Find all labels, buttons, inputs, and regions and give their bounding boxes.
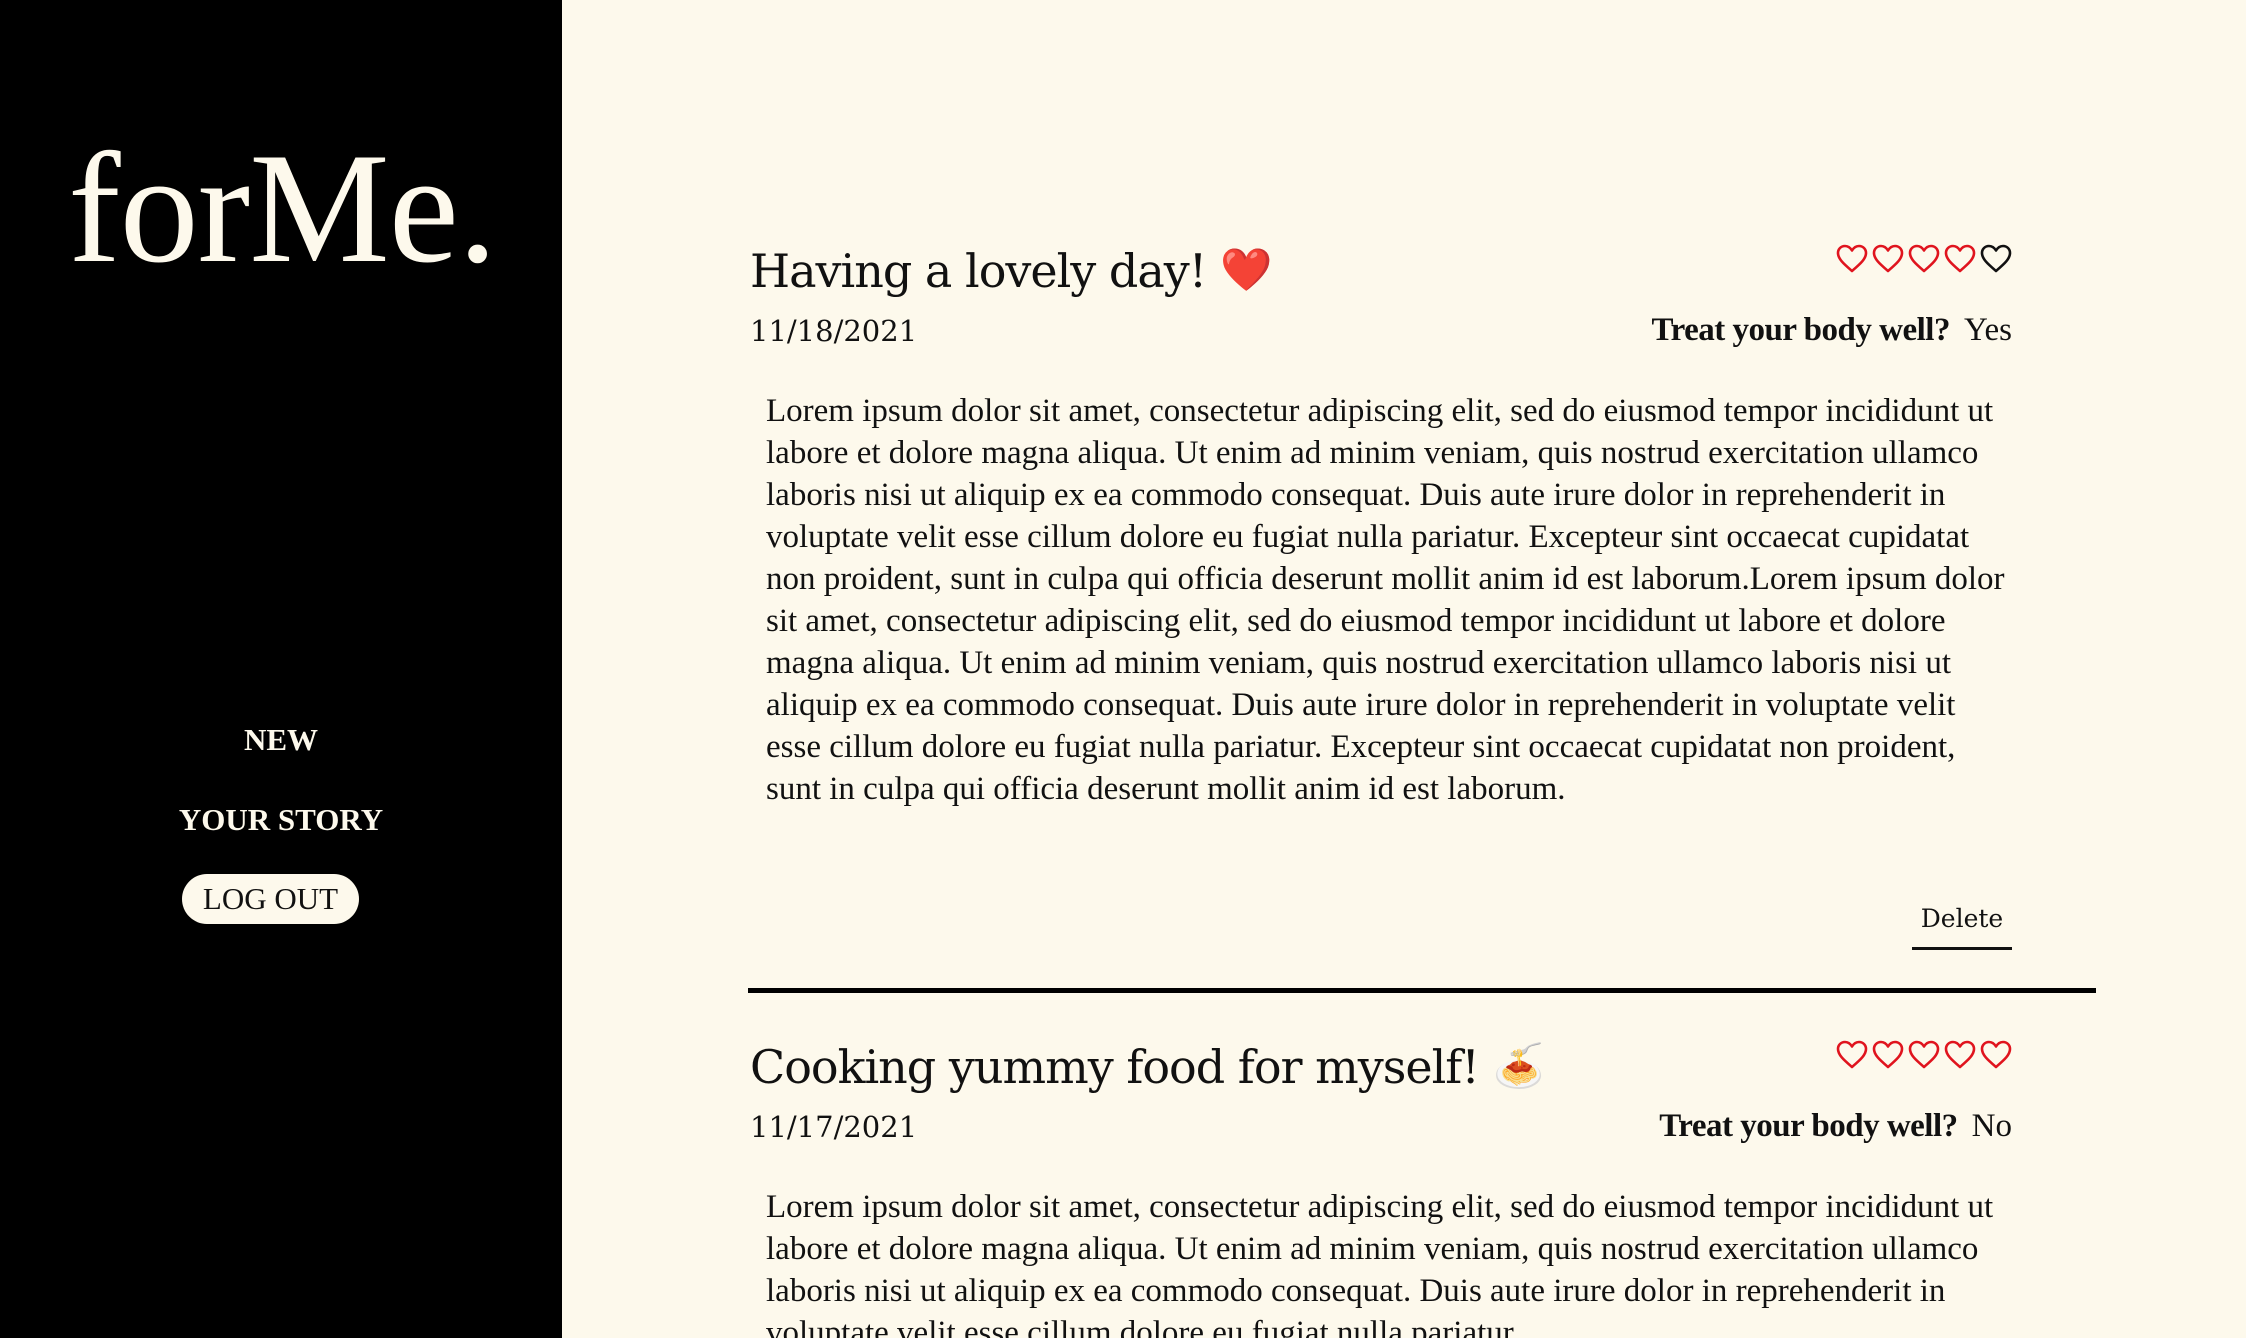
entry-title: Cooking yummy food for myself! 🍝 — [750, 1040, 1545, 1094]
entry-date: 11/17/2021 — [750, 1110, 918, 1144]
heart-emoji-icon: ❤️ — [1220, 245, 1272, 294]
mood-rating — [1836, 244, 2012, 274]
spaghetti-emoji-icon: 🍝 — [1492, 1041, 1545, 1090]
logout-button[interactable]: LOG OUT — [182, 874, 359, 924]
rating-heart-icon[interactable] — [1980, 244, 2012, 274]
nav-new-link[interactable]: NEW — [0, 722, 562, 758]
entry-title-text: Cooking yummy food for myself! — [750, 1040, 1480, 1094]
rating-heart-icon[interactable] — [1836, 1040, 1868, 1070]
entry-date: 11/18/2021 — [750, 314, 918, 348]
rating-heart-icon[interactable] — [1872, 244, 1904, 274]
rating-heart-icon[interactable] — [1872, 1040, 1904, 1070]
rating-heart-icon[interactable] — [1944, 1040, 1976, 1070]
mood-rating — [1836, 1040, 2012, 1070]
treat-body-label: Treat your body well? — [1659, 1108, 1958, 1144]
entry-body: Lorem ipsum dolor sit amet, consectetur … — [766, 1189, 1994, 1338]
nav-your-story-link[interactable]: YOUR STORY — [0, 802, 562, 838]
rating-heart-icon[interactable] — [1908, 1040, 1940, 1070]
entry-body: Lorem ipsum dolor sit amet, consectetur … — [766, 393, 2005, 807]
treat-body-well: Treat your body well? No — [1659, 1108, 2012, 1145]
rating-heart-icon[interactable] — [1944, 244, 1976, 274]
rating-heart-icon[interactable] — [1980, 1040, 2012, 1070]
treat-body-label: Treat your body well? — [1651, 312, 1951, 348]
rating-heart-icon[interactable] — [1836, 244, 1868, 274]
treat-body-value: No — [1971, 1108, 2012, 1144]
rating-heart-icon[interactable] — [1908, 244, 1940, 274]
treat-body-value: Yes — [1963, 312, 2012, 348]
sidebar: forMe. NEW YOUR STORY LOG OUT — [0, 0, 562, 1338]
entry-title: Having a lovely day! ❤️ — [750, 244, 1273, 298]
entry-title-text: Having a lovely day! — [750, 244, 1207, 298]
delete-button[interactable]: Delete — [1912, 904, 2012, 950]
entries-feed: Having a lovely day! ❤️ 11/18/2021 Treat … — [562, 0, 2246, 1338]
app-logo: forMe. — [68, 121, 497, 296]
entry-divider — [748, 988, 2096, 993]
treat-body-well: Treat your body well? Yes — [1652, 312, 2012, 349]
